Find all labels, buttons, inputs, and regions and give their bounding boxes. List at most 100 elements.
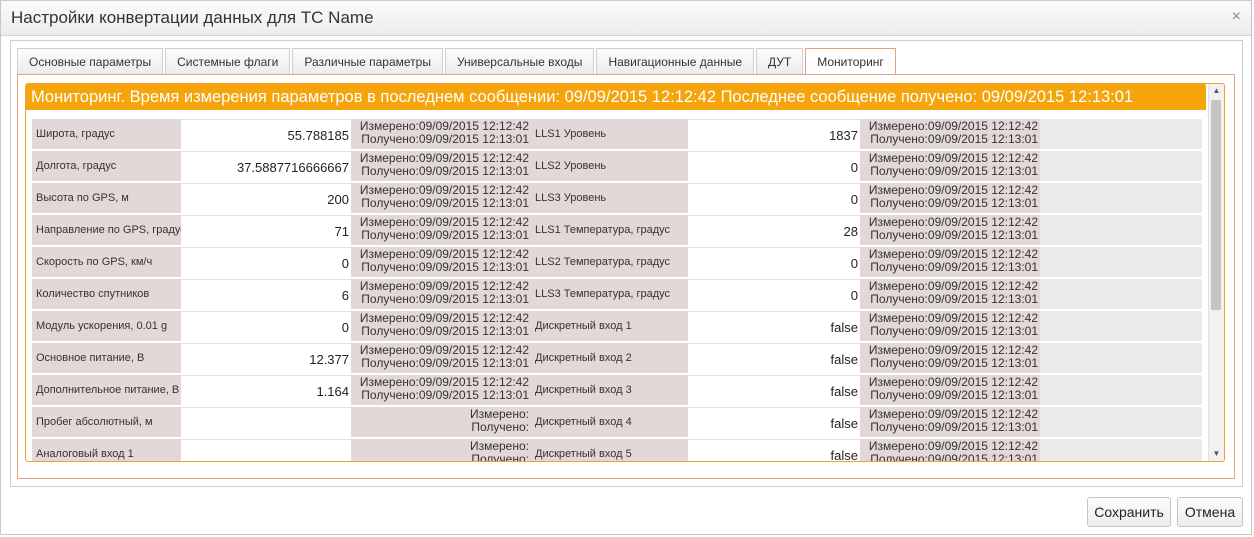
param-value: 37.5887716666667: [181, 151, 351, 181]
row-filler: [1040, 407, 1202, 437]
row-filler: [1040, 375, 1202, 405]
param-label: Количество спутников: [32, 279, 181, 309]
param-value: 0: [181, 247, 351, 277]
param-value: 28: [688, 215, 860, 245]
received-time: Получено:09/09/2015 12:13:01: [870, 452, 1038, 462]
cancel-button[interactable]: Отмена: [1177, 497, 1243, 527]
param-timestamps: Измерено:09/09/2015 12:12:42 Получено:09/…: [351, 279, 531, 309]
param-value: 0: [181, 311, 351, 341]
table-row: Высота по GPS, м 200 Измерено:09/09/2015 1…: [32, 182, 1202, 214]
param-timestamps: Измерено:09/09/2015 12:12:42 Получено:09/…: [351, 215, 531, 245]
param-label: Широта, градус: [32, 119, 181, 149]
param-label: Направление по GPS, градус: [32, 215, 181, 245]
param-label: LLS2 Уровень: [531, 151, 688, 181]
monitoring-grid: Широта, градус 55.788185 Измерено:09/09/20…: [32, 118, 1202, 462]
param-timestamps: Измерено: Получено:: [351, 439, 531, 462]
param-timestamps: Измерено:09/09/2015 12:12:42 Получено:09/…: [860, 343, 1040, 373]
received-time: Получено:09/09/2015 12:13:01: [361, 228, 529, 242]
param-timestamps: Измерено:09/09/2015 12:12:42 Получено:09/…: [860, 375, 1040, 405]
tab-misc-params[interactable]: Различные параметры: [292, 48, 443, 74]
received-time: Получено:09/09/2015 12:13:01: [361, 164, 529, 178]
row-filler: [1040, 151, 1202, 181]
param-timestamps: Измерено: Получено:: [351, 407, 531, 437]
table-row: Долгота, градус 37.5887716666667 Измерено:…: [32, 150, 1202, 182]
param-label: Дискретный вход 3: [531, 375, 688, 405]
param-timestamps: Измерено:09/09/2015 12:12:42 Получено:09/…: [860, 151, 1040, 181]
param-value: 0: [688, 279, 860, 309]
param-timestamps: Измерено:09/09/2015 12:12:42 Получено:09/…: [860, 183, 1040, 213]
table-row: Пробег абсолютный, м Измерено: Получено: Ди…: [32, 406, 1202, 438]
table-row: Основное питание, В 12.377 Измерено:09/09/…: [32, 342, 1202, 374]
param-timestamps: Измерено:09/09/2015 12:12:42 Получено:09/…: [351, 119, 531, 149]
tab-basic-params[interactable]: Основные параметры: [17, 48, 164, 74]
param-timestamps: Измерено:09/09/2015 12:12:42 Получено:09/…: [860, 247, 1040, 277]
table-row: Направление по GPS, градус 71 Измерено:09/…: [32, 214, 1202, 246]
tab-universal-inputs[interactable]: Универсальные входы: [444, 48, 595, 74]
received-time: Получено:09/09/2015 12:13:01: [870, 356, 1038, 370]
received-time: Получено:09/09/2015 12:13:01: [361, 324, 529, 338]
row-filler: [1040, 247, 1202, 277]
param-timestamps: Измерено:09/09/2015 12:12:42 Получено:09/…: [351, 247, 531, 277]
param-label: Скорость по GPS, км/ч: [32, 247, 181, 277]
param-value: 12.377: [181, 343, 351, 373]
param-value: [181, 439, 351, 461]
param-timestamps: Измерено:09/09/2015 12:12:42 Получено:09/…: [860, 119, 1040, 149]
param-label: Дополнительное питание, В: [32, 375, 181, 405]
received-time: Получено:09/09/2015 12:13:01: [361, 388, 529, 402]
received-time: Получено:09/09/2015 12:13:01: [870, 324, 1038, 338]
arrow-down-icon[interactable]: ▼: [1209, 447, 1224, 461]
received-time: Получено:09/09/2015 12:13:01: [361, 196, 529, 210]
table-row: Модуль ускорения, 0.01 g 0 Измерено:09/09/…: [32, 310, 1202, 342]
received-time: Получено:09/09/2015 12:13:01: [361, 292, 529, 306]
scrollbar-thumb[interactable]: [1211, 100, 1221, 310]
close-icon[interactable]: ×: [1232, 8, 1241, 26]
tab-bar: Основные параметры Системные флаги Разли…: [17, 48, 898, 75]
param-value: false: [688, 343, 860, 373]
monitoring-scroll-area[interactable]: Мониторинг. Время измерения параметров в…: [25, 83, 1225, 462]
param-timestamps: Измерено:09/09/2015 12:12:42 Получено:09/…: [351, 311, 531, 341]
param-label: Аналоговый вход 1: [32, 439, 181, 461]
param-label: Основное питание, В: [32, 343, 181, 373]
row-filler: [1040, 215, 1202, 245]
received-time: Получено:: [471, 420, 529, 434]
row-filler: [1040, 119, 1202, 149]
received-time: Получено:09/09/2015 12:13:01: [870, 164, 1038, 178]
row-filler: [1040, 279, 1202, 309]
param-timestamps: Измерено:09/09/2015 12:12:42 Получено:09/…: [860, 215, 1040, 245]
param-value: false: [688, 439, 860, 461]
param-value: 6: [181, 279, 351, 309]
param-value: 1837: [688, 119, 860, 149]
param-label: LLS1 Уровень: [531, 119, 688, 149]
table-row: Дополнительное питание, В 1.164 Измерено:0…: [32, 374, 1202, 406]
param-value: 0: [688, 183, 860, 213]
tab-fuel-sensors[interactable]: ДУТ: [756, 48, 804, 74]
param-timestamps: Измерено:09/09/2015 12:12:42 Получено:09/…: [860, 311, 1040, 341]
param-label: Дискретный вход 5: [531, 439, 688, 461]
param-label: LLS3 Температура, градус: [531, 279, 688, 309]
param-value: false: [688, 311, 860, 341]
received-time: Получено:09/09/2015 12:13:01: [870, 132, 1038, 146]
param-timestamps: Измерено:09/09/2015 12:12:42 Получено:09/…: [351, 151, 531, 181]
param-label: Дискретный вход 1: [531, 311, 688, 341]
param-label: Долгота, градус: [32, 151, 181, 181]
tab-navigation-data[interactable]: Навигационные данные: [596, 48, 755, 74]
param-value: 71: [181, 215, 351, 245]
param-timestamps: Измерено:09/09/2015 12:12:42 Получено:09/…: [351, 375, 531, 405]
table-row: Количество спутников 6 Измерено:09/09/2015…: [32, 278, 1202, 310]
arrow-up-icon[interactable]: ▲: [1209, 84, 1224, 98]
vertical-scrollbar[interactable]: ▲ ▼: [1208, 84, 1224, 461]
received-time: Получено:: [471, 452, 529, 462]
param-label: Дискретный вход 4: [531, 407, 688, 437]
param-label: Модуль ускорения, 0.01 g: [32, 311, 181, 341]
save-button[interactable]: Сохранить: [1087, 497, 1171, 527]
param-timestamps: Измерено:09/09/2015 12:12:42 Получено:09/…: [351, 183, 531, 213]
param-label: Пробег абсолютный, м: [32, 407, 181, 437]
received-time: Получено:09/09/2015 12:13:01: [870, 388, 1038, 402]
table-row: Скорость по GPS, км/ч 0 Измерено:09/09/201…: [32, 246, 1202, 278]
param-value: 0: [688, 247, 860, 277]
tab-system-flags[interactable]: Системные флаги: [165, 48, 291, 74]
tab-monitoring[interactable]: Мониторинг: [805, 48, 896, 75]
param-label: Дискретный вход 2: [531, 343, 688, 373]
received-time: Получено:09/09/2015 12:13:01: [361, 260, 529, 274]
param-label: Высота по GPS, м: [32, 183, 181, 213]
